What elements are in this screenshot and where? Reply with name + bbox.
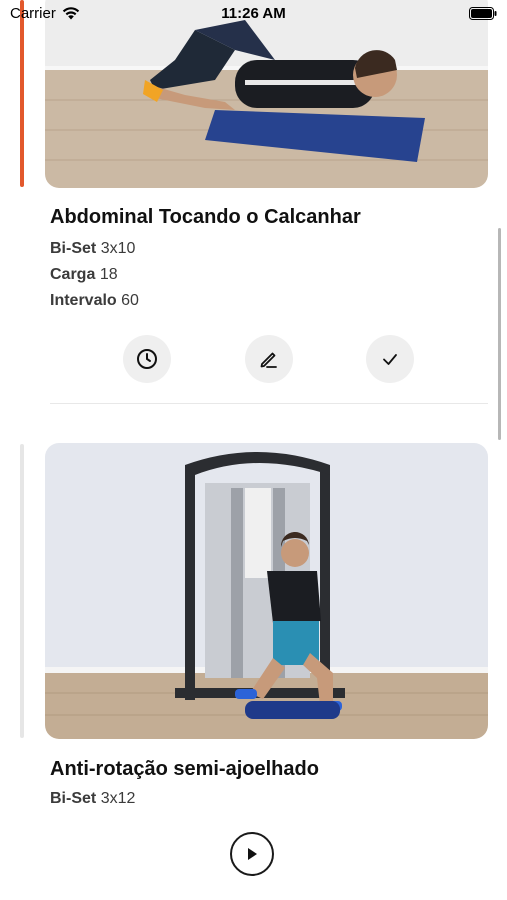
set-type-label: Bi-Set	[50, 790, 97, 807]
checkmark-icon	[383, 354, 397, 365]
exercise-photo[interactable]	[45, 443, 488, 739]
set-reps-value: 3x12	[100, 790, 136, 807]
interval-value: 60	[121, 292, 139, 309]
status-bar: Carrier 11:26 AM	[0, 0, 507, 26]
exercise-set: Bi-Set 3x12	[50, 790, 135, 808]
exercise-title: Anti-rotação semi-ajoelhado	[50, 758, 319, 780]
edit-button[interactable]	[245, 335, 293, 383]
section-divider	[50, 403, 488, 404]
clock-icon	[137, 349, 157, 369]
active-exercise-indicator	[20, 0, 24, 187]
interval-label: Intervalo	[50, 292, 117, 309]
complete-button[interactable]	[366, 335, 414, 383]
load-label: Carga	[50, 266, 96, 283]
exercise-interval: Intervalo 60	[50, 292, 139, 310]
exercise-load: Carga 18	[50, 266, 118, 284]
clock-time: 11:26 AM	[221, 5, 286, 22]
edit-pencil-icon	[260, 352, 277, 368]
timer-button[interactable]	[123, 335, 171, 383]
set-type-label: Bi-Set	[50, 240, 97, 257]
exercise-title: Abdominal Tocando o Calcanhar	[50, 206, 361, 228]
play-icon	[248, 848, 257, 860]
exercise-indicator	[20, 444, 24, 738]
play-button[interactable]	[230, 832, 274, 876]
exercise-photo[interactable]	[45, 0, 488, 188]
set-reps-value: 3x10	[100, 240, 136, 257]
exercise-set: Bi-Set 3x10	[50, 240, 135, 258]
load-value: 18	[99, 266, 118, 283]
battery-icon	[469, 7, 497, 20]
scroll-indicator[interactable]	[498, 228, 501, 440]
